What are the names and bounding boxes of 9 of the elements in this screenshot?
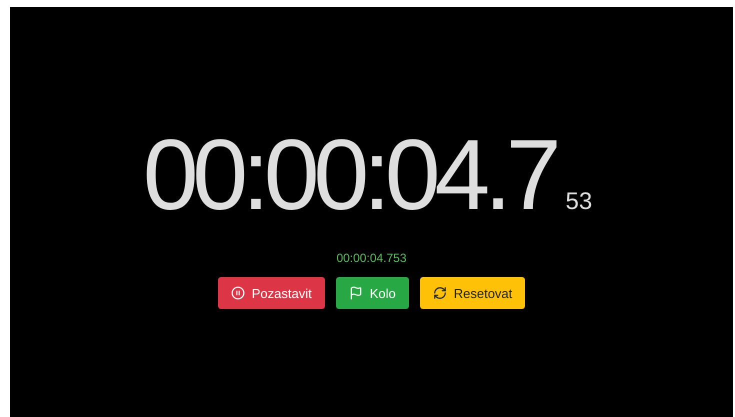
elapsed-time: 00:00:04.7 [142, 125, 556, 225]
precise-time: 00:00:04.753 [336, 251, 407, 265]
pause-icon [230, 286, 245, 300]
time-fraction: 53 [565, 188, 592, 216]
reset-button[interactable]: Resetovat [420, 277, 526, 309]
flag-icon [348, 286, 363, 300]
pause-button[interactable]: Pozastavit [218, 277, 325, 309]
lap-button[interactable]: Kolo [336, 277, 409, 309]
refresh-icon [432, 286, 447, 300]
